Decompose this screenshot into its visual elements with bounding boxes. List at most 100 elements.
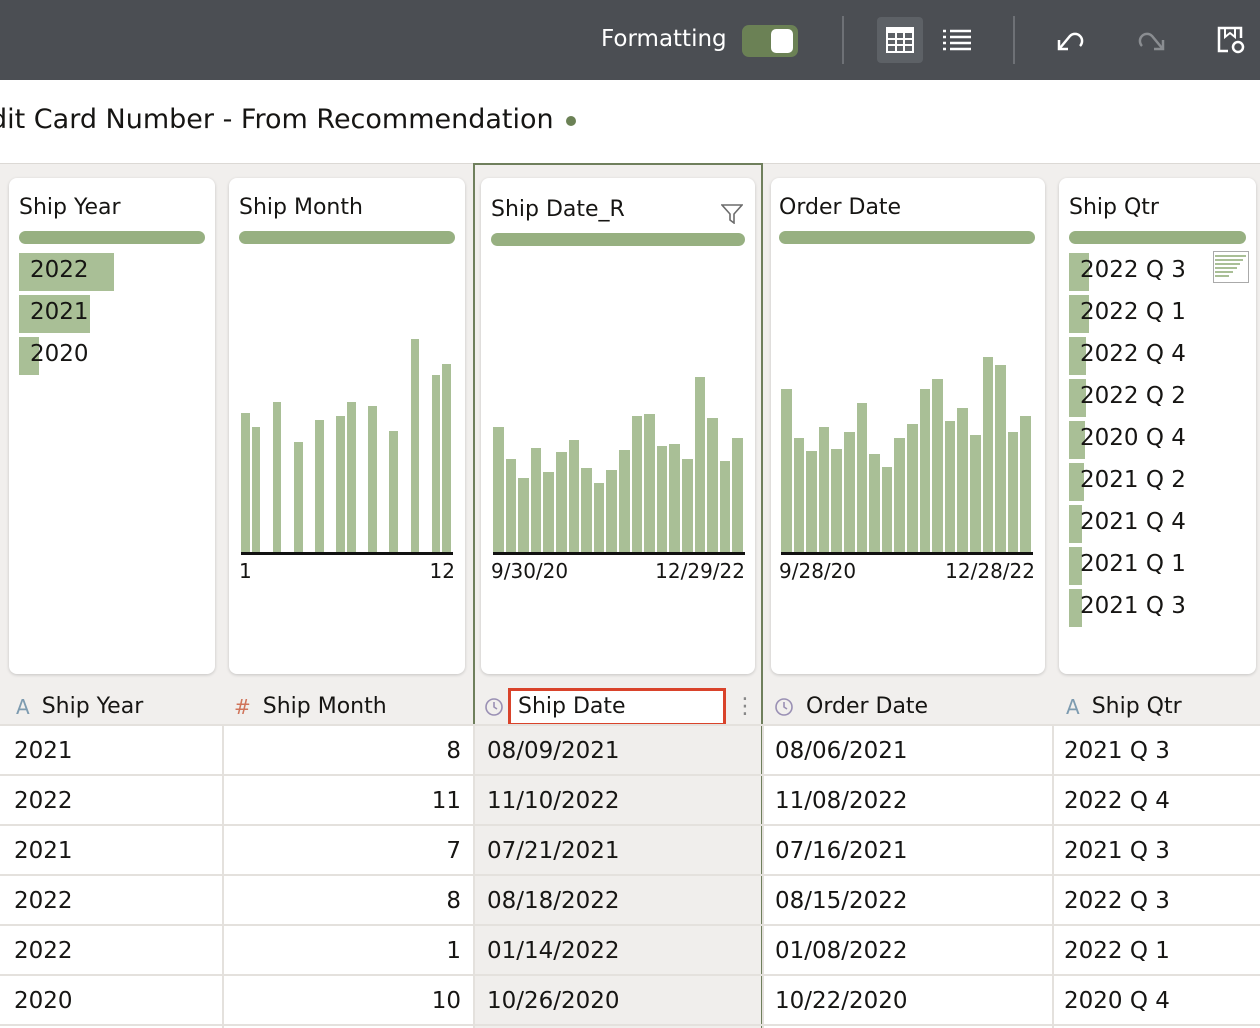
column-name: Ship Month — [262, 694, 387, 719]
value-label: 2021 Q 1 — [1080, 551, 1186, 577]
table-cell[interactable]: 07/16/2021 — [775, 826, 1040, 876]
histogram-bar[interactable] — [781, 389, 792, 553]
table-cell[interactable]: 11 — [234, 776, 461, 826]
table-cell[interactable]: 8 — [234, 726, 461, 776]
table-cell[interactable]: 2022 Q 3 — [1064, 876, 1248, 926]
profile-card-ship-month[interactable]: Ship Month 1 12 — [229, 178, 465, 674]
bar-chart-toggle-icon[interactable] — [1213, 251, 1249, 283]
table-cell[interactable]: 2022 Q 4 — [1064, 776, 1248, 826]
histogram-bar[interactable] — [869, 454, 880, 553]
table-cell[interactable]: 2021 Q 3 — [1064, 726, 1248, 776]
table-cell[interactable]: 07/21/2021 — [487, 826, 749, 876]
table-cell[interactable]: 2020 — [14, 976, 210, 1026]
table-cell[interactable]: 2022 — [14, 876, 210, 926]
table-view-button[interactable] — [877, 17, 923, 63]
selected-column-top — [473, 163, 763, 165]
text-type-icon: A — [1066, 694, 1080, 719]
histogram-bar[interactable] — [907, 424, 918, 553]
histogram-bar[interactable] — [970, 435, 981, 553]
table-cell[interactable]: 2022 Q 1 — [1064, 926, 1248, 976]
histogram-bar[interactable] — [294, 442, 303, 553]
table-cell[interactable]: 01/14/2022 — [487, 926, 749, 976]
profile-card-ship-year[interactable]: Ship Year 2022 2021 2020 — [9, 178, 215, 674]
histogram-bar[interactable] — [272, 402, 282, 553]
number-type-icon: # — [234, 694, 251, 719]
histogram-bar[interactable] — [856, 403, 868, 553]
histogram-bar[interactable] — [347, 402, 356, 553]
table-cell[interactable]: 2021 — [14, 826, 210, 876]
table-cell[interactable]: 2022 — [14, 776, 210, 826]
histogram-bar[interactable] — [995, 365, 1006, 553]
undo-icon — [1057, 32, 1084, 51]
list-view-button[interactable] — [934, 17, 980, 63]
table-cell[interactable]: 10/26/2020 — [487, 976, 749, 1026]
redo-icon — [1138, 32, 1165, 51]
quality-bar — [1069, 231, 1246, 244]
value-label: 2020 — [30, 341, 89, 367]
table-cell[interactable]: 08/06/2021 — [775, 726, 1040, 776]
table-cell[interactable]: 08/15/2022 — [775, 876, 1040, 926]
profile-card-ship-qtr[interactable]: Ship Qtr 2022 Q 3 2022 Q 1 2022 Q 4 2022 Q … — [1059, 178, 1256, 674]
table-cell[interactable]: 08/18/2022 — [487, 876, 749, 926]
histogram-bar[interactable] — [944, 421, 956, 553]
histogram-bar[interactable] — [957, 408, 968, 553]
column-divider — [473, 725, 475, 1028]
save-refresh-button[interactable] — [1208, 17, 1254, 63]
redo-button[interactable] — [1128, 17, 1174, 63]
histogram-bar[interactable] — [919, 389, 931, 553]
histogram-bar[interactable] — [1007, 432, 1019, 553]
histogram-bar[interactable] — [1020, 416, 1031, 553]
table-cell[interactable]: 8 — [234, 876, 461, 926]
table-cell[interactable]: 1 — [234, 926, 461, 976]
histogram-bar[interactable] — [431, 375, 441, 553]
table-cell[interactable]: 01/08/2022 — [775, 926, 1040, 976]
column-header-ship-qtr[interactable]: A Ship Qtr — [1066, 688, 1182, 725]
histogram-bar[interactable] — [831, 449, 842, 553]
table-cell[interactable]: 2021 Q 3 — [1064, 826, 1248, 876]
profile-card-order-date[interactable]: Order Date 9/28/20 12/28/22 — [771, 178, 1045, 674]
histogram-bar[interactable] — [315, 420, 324, 553]
histogram-bar[interactable] — [844, 432, 855, 553]
histogram-bar[interactable] — [793, 438, 805, 553]
histogram-bar[interactable] — [251, 427, 261, 553]
column-name-input[interactable] — [508, 687, 726, 726]
column-header-order-date[interactable]: Order Date — [774, 688, 928, 725]
column-header-ship-month[interactable]: # Ship Month — [234, 688, 387, 725]
toolbar: Formatting — [0, 0, 1260, 80]
histogram-bar[interactable] — [818, 427, 830, 553]
table-cell[interactable]: 2021 — [14, 726, 210, 776]
histogram-bar[interactable] — [932, 379, 943, 553]
table-cell[interactable]: 11/10/2022 — [487, 776, 749, 826]
save-refresh-icon — [1217, 26, 1245, 54]
undo-button[interactable] — [1048, 17, 1094, 63]
axis-line — [781, 552, 1033, 555]
column-header-ship-date[interactable]: ⋮ — [484, 687, 756, 726]
histogram-bar[interactable] — [241, 413, 250, 553]
divider — [842, 16, 844, 64]
histogram-bar[interactable] — [368, 406, 377, 553]
histogram-bar[interactable] — [894, 438, 905, 553]
table-cell[interactable]: 10/22/2020 — [775, 976, 1040, 1026]
value-label: 2022 Q 1 — [1080, 299, 1186, 325]
histogram-bar[interactable] — [410, 339, 420, 553]
histogram-bar[interactable] — [442, 364, 451, 553]
table-cell[interactable]: 10 — [234, 976, 461, 1026]
column-divider — [222, 725, 224, 1028]
histogram-bar[interactable] — [389, 431, 398, 553]
column-menu-icon[interactable]: ⋮ — [734, 694, 756, 719]
histogram-bar[interactable] — [336, 416, 345, 553]
formatting-toggle[interactable] — [742, 25, 798, 57]
table-cell[interactable]: 7 — [234, 826, 461, 876]
histogram-bar[interactable] — [806, 451, 817, 553]
histogram-bar[interactable] — [881, 467, 893, 553]
column-header-ship-year[interactable]: A Ship Year — [16, 688, 143, 725]
table-cell[interactable]: 2020 Q 4 — [1064, 976, 1248, 1026]
histogram-bar[interactable] — [982, 357, 994, 553]
quality-bar — [239, 231, 455, 244]
table-cell[interactable]: 11/08/2022 — [775, 776, 1040, 826]
table-cell[interactable]: 08/09/2021 — [487, 726, 749, 776]
card-title: Ship Year — [19, 195, 121, 220]
table-cell[interactable]: 2022 — [14, 926, 210, 976]
axis-max-label: 12 — [429, 559, 455, 583]
histogram — [781, 328, 1033, 553]
